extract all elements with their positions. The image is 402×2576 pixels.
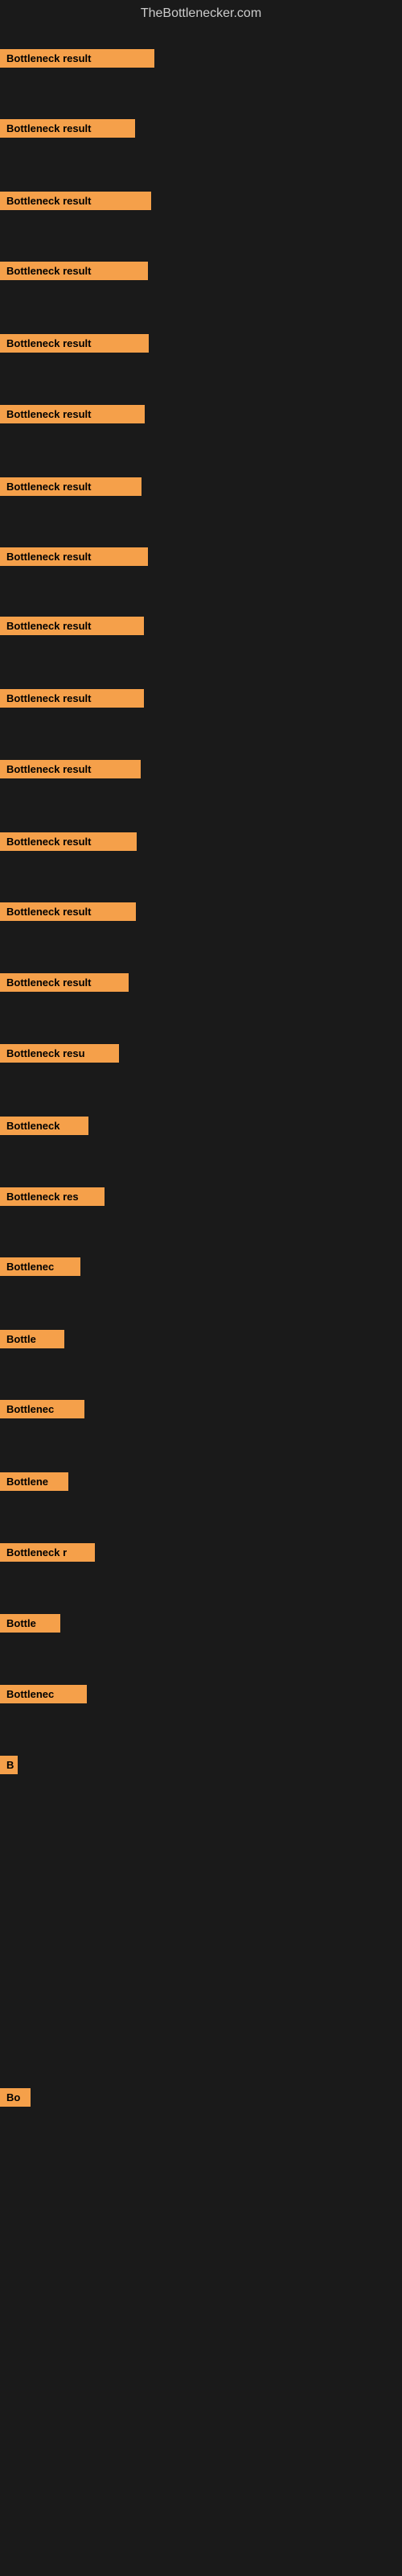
bottleneck-item[interactable]: Bottleneck result [0, 832, 137, 851]
bottleneck-item[interactable]: Bottleneck result [0, 760, 141, 778]
bottleneck-item[interactable]: Bottleneck result [0, 192, 151, 210]
site-title: TheBottlenecker.com [0, 0, 402, 27]
bottleneck-label: Bottleneck result [0, 477, 142, 496]
bottleneck-item[interactable]: Bottleneck result [0, 119, 135, 138]
bottleneck-item[interactable]: Bo [0, 2088, 31, 2107]
bottleneck-item[interactable]: Bottleneck result [0, 334, 149, 353]
bottleneck-label: Bottleneck result [0, 832, 137, 851]
bottleneck-item[interactable]: Bottlenec [0, 1400, 84, 1418]
bottleneck-item[interactable]: Bottleneck result [0, 902, 136, 921]
bottleneck-label: Bo [0, 2088, 31, 2107]
bottleneck-label: Bottleneck result [0, 192, 151, 210]
bottleneck-item[interactable]: Bottlenec [0, 1685, 87, 1703]
bottleneck-item[interactable]: Bottle [0, 1330, 64, 1348]
bottleneck-label: B [0, 1756, 18, 1774]
bottleneck-label: Bottleneck result [0, 760, 141, 778]
bottleneck-label: Bottle [0, 1614, 60, 1633]
bottleneck-label: Bottlenec [0, 1685, 87, 1703]
bottleneck-item[interactable]: Bottleneck result [0, 547, 148, 566]
bottleneck-label: Bottleneck r [0, 1543, 95, 1562]
bottleneck-label: Bottleneck result [0, 617, 144, 635]
bottleneck-item[interactable]: Bottleneck result [0, 973, 129, 992]
bottleneck-label: Bottleneck result [0, 902, 136, 921]
bottleneck-label: Bottleneck result [0, 49, 154, 68]
bottleneck-label: Bottleneck result [0, 689, 144, 708]
bottleneck-label: Bottlenec [0, 1400, 84, 1418]
bottleneck-item[interactable]: Bottleneck [0, 1117, 88, 1135]
bottleneck-label: Bottleneck result [0, 973, 129, 992]
bottleneck-item[interactable]: Bottleneck result [0, 49, 154, 68]
bottleneck-label: Bottleneck res [0, 1187, 105, 1206]
bottleneck-item[interactable]: B [0, 1756, 18, 1774]
bottleneck-item[interactable]: Bottleneck r [0, 1543, 95, 1562]
bottleneck-item[interactable]: Bottle [0, 1614, 60, 1633]
bottleneck-label: Bottleneck resu [0, 1044, 119, 1063]
bottleneck-item[interactable]: Bottleneck result [0, 477, 142, 496]
bottleneck-label: Bottleneck result [0, 119, 135, 138]
bottleneck-item[interactable]: Bottleneck resu [0, 1044, 119, 1063]
bottleneck-label: Bottleneck result [0, 334, 149, 353]
bottleneck-label: Bottle [0, 1330, 64, 1348]
bottleneck-label: Bottleneck [0, 1117, 88, 1135]
bottleneck-label: Bottleneck result [0, 547, 148, 566]
bottleneck-label: Bottleneck result [0, 405, 145, 423]
bottleneck-item[interactable]: Bottlenec [0, 1257, 80, 1276]
site-title-text: TheBottlenecker.com [141, 6, 261, 20]
bottleneck-label: Bottleneck result [0, 262, 148, 280]
bottleneck-label: Bottlenec [0, 1257, 80, 1276]
bottleneck-label: Bottlene [0, 1472, 68, 1491]
bottleneck-item[interactable]: Bottleneck result [0, 617, 144, 635]
bottleneck-item[interactable]: Bottlene [0, 1472, 68, 1491]
bottleneck-item[interactable]: Bottleneck result [0, 689, 144, 708]
bottleneck-item[interactable]: Bottleneck result [0, 405, 145, 423]
bottleneck-item[interactable]: Bottleneck res [0, 1187, 105, 1206]
bottleneck-item[interactable]: Bottleneck result [0, 262, 148, 280]
